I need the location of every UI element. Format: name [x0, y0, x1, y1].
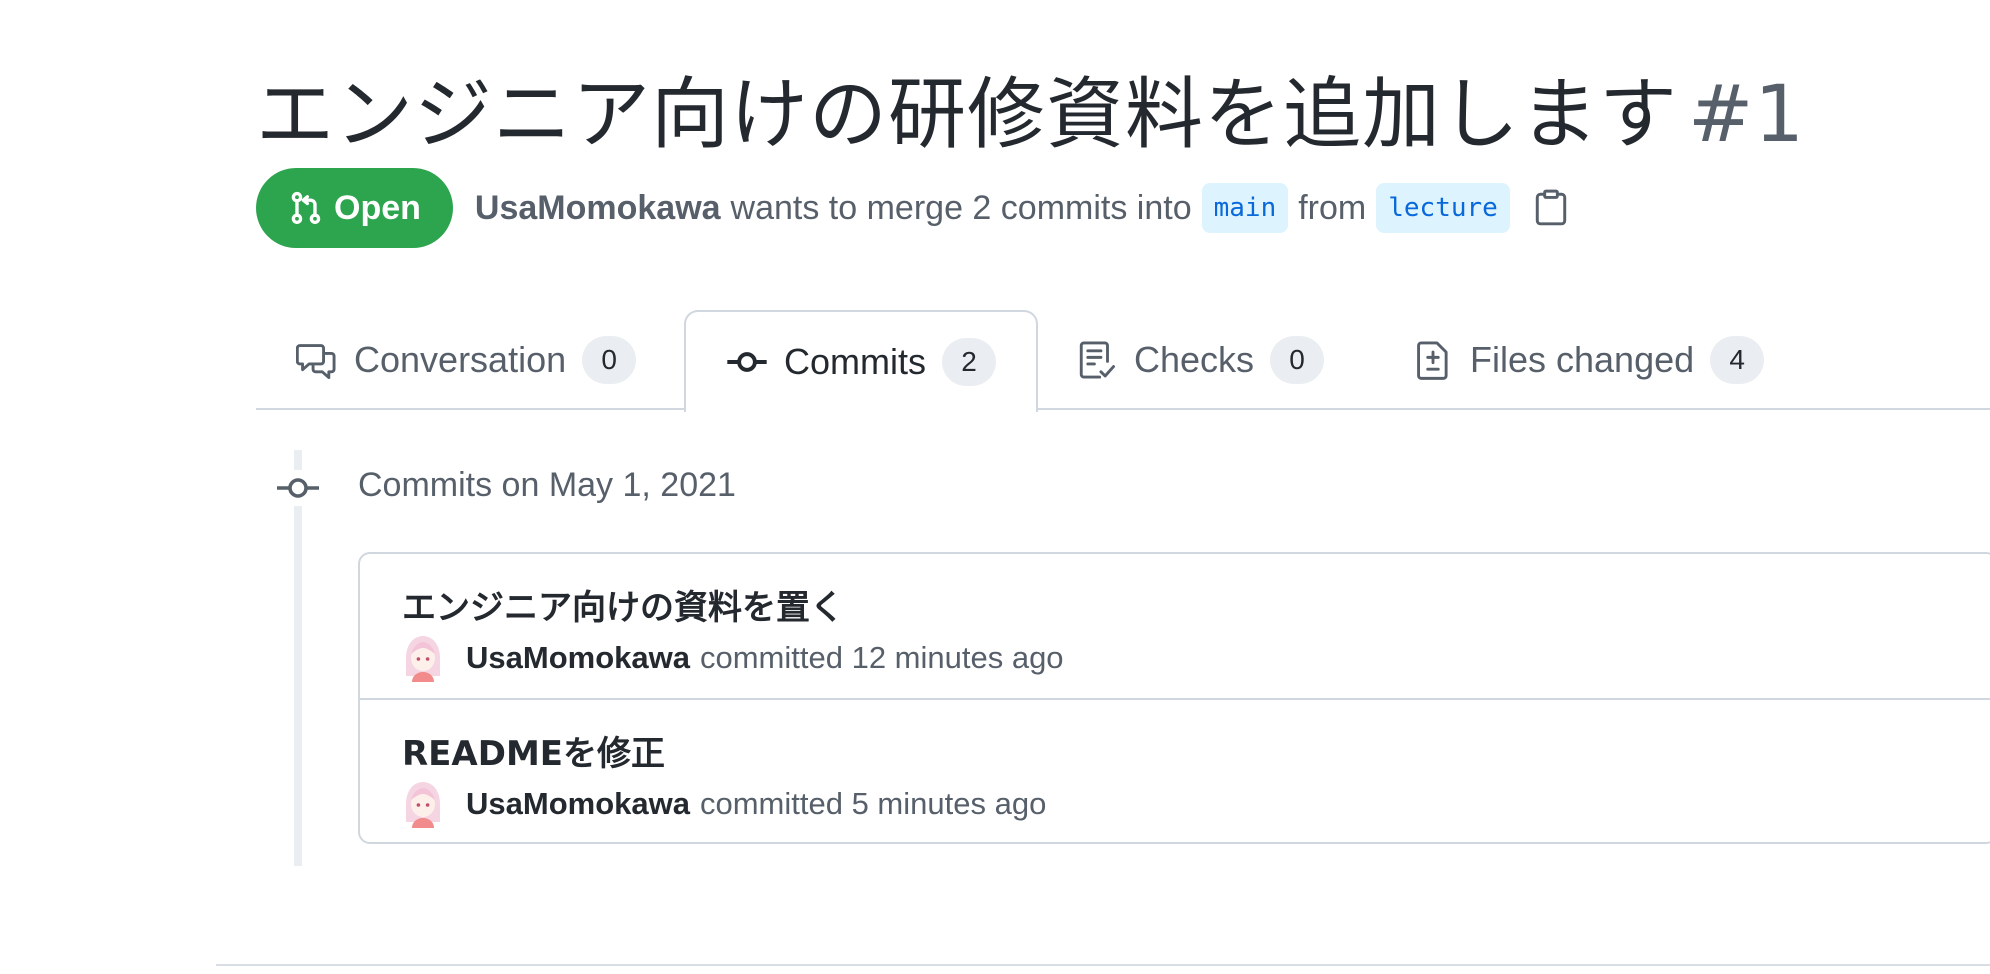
avatar[interactable]	[402, 634, 444, 682]
pr-title-text: エンジニア向けの研修資料を追加します	[256, 70, 1679, 160]
commit-row: READMEを修正 UsaMomokawa committed 5 minute…	[360, 698, 1990, 842]
commits-day-label: Commits on May 1, 2021	[358, 466, 736, 504]
tab-files-changed-count: 4	[1710, 336, 1765, 384]
divider	[216, 964, 1990, 966]
commit-action: committed	[699, 786, 843, 821]
tab-checks[interactable]: Checks 0	[1076, 310, 1325, 410]
commit-time: 5 minutes ago	[851, 786, 1047, 821]
file-diff-icon	[1417, 341, 1448, 380]
state-label: Open	[334, 188, 421, 227]
tab-conversation-count: 0	[582, 336, 637, 384]
commit-meta: UsaMomokawa committed 5 minutes ago	[402, 780, 1046, 828]
tab-commits-count: 2	[942, 338, 996, 386]
git-pull-request-icon	[291, 191, 321, 225]
pr-number: #1	[1688, 70, 1805, 160]
from-text: from	[1298, 188, 1367, 227]
state-badge-open: Open	[256, 168, 453, 248]
merge-summary-text: wants to merge 2 commits into	[730, 188, 1192, 227]
commit-action: committed	[699, 640, 843, 675]
pr-meta-row: Open UsaMomokawa wants to merge 2 commit…	[256, 168, 1568, 248]
commit-author-link[interactable]: UsaMomokawa	[466, 786, 690, 822]
tab-commits[interactable]: Commits 2	[684, 310, 1038, 412]
tab-files-changed[interactable]: Files changed 4	[1412, 310, 1765, 410]
commit-row: エンジニア向けの資料を置く UsaMomokawa committed 12 m…	[360, 554, 1990, 698]
tab-conversation[interactable]: Conversation 0	[296, 310, 637, 410]
pr-author-link[interactable]: UsaMomokawa	[475, 189, 721, 228]
tab-checks-label: Checks	[1134, 339, 1255, 380]
avatar[interactable]	[402, 780, 444, 828]
tab-files-changed-label: Files changed	[1470, 339, 1695, 380]
commit-message-link[interactable]: READMEを修正	[402, 726, 665, 775]
tab-checks-count: 0	[1270, 336, 1325, 384]
pr-tabs: Conversation 0 Commits 2 Checks 0 Files …	[256, 310, 1990, 412]
commit-author-link[interactable]: UsaMomokawa	[466, 640, 690, 676]
commit-time: 12 minutes ago	[851, 640, 1064, 675]
copy-icon[interactable]	[1534, 189, 1568, 227]
commit-list: エンジニア向けの資料を置く UsaMomokawa committed 12 m…	[358, 552, 1990, 844]
git-commit-icon	[727, 352, 767, 372]
commit-message-link[interactable]: エンジニア向けの資料を置く	[402, 580, 844, 629]
pr-title: エンジニア向けの研修資料を追加します #1	[256, 52, 1805, 164]
checklist-icon	[1079, 341, 1115, 379]
comment-discussion-icon	[296, 344, 336, 380]
git-commit-icon	[276, 470, 320, 506]
commit-meta: UsaMomokawa committed 12 minutes ago	[402, 634, 1064, 682]
head-branch[interactable]: lecture	[1376, 183, 1510, 233]
tab-conversation-label: Conversation	[354, 339, 567, 380]
timeline-line	[294, 450, 302, 866]
merge-summary: UsaMomokawa wants to merge 2 commits int…	[475, 183, 1568, 233]
base-branch[interactable]: main	[1201, 183, 1289, 233]
tab-commits-label: Commits	[784, 341, 926, 382]
